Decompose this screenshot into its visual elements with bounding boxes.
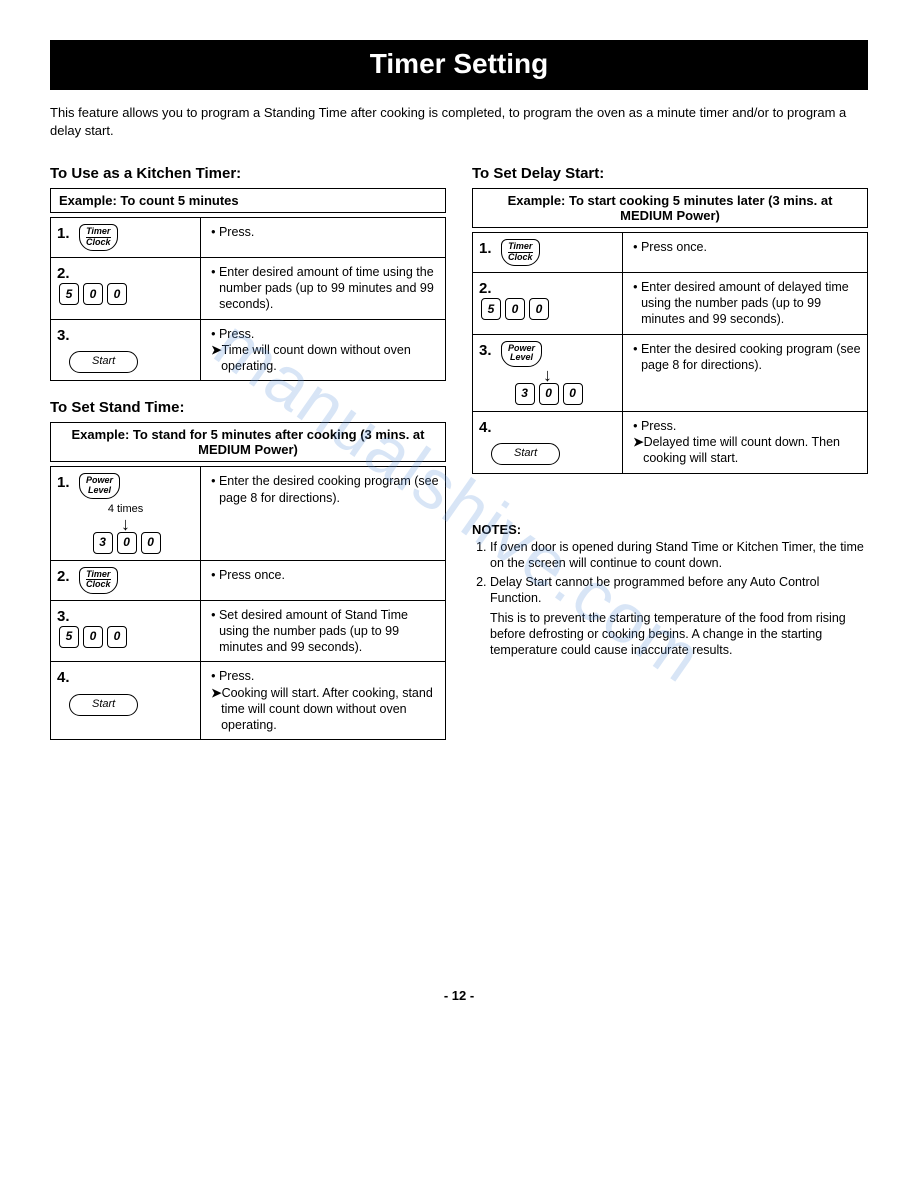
example-kitchen-timer: Example: To count 5 minutes	[50, 188, 446, 213]
power-level-button: Power Level	[501, 341, 542, 367]
example-delay-start: Example: To start cooking 5 minutes late…	[472, 188, 868, 228]
section-delay-start-title: To Set Delay Start:	[472, 165, 868, 182]
page-number: - 12 -	[50, 988, 868, 1003]
numpad: 5 0 0	[481, 298, 549, 320]
table-stand-time: 1. Power Level 4 times ↓ 3 0 0	[50, 466, 446, 740]
section-kitchen-timer-title: To Use as a Kitchen Timer:	[50, 165, 446, 182]
step-desc: • Enter desired amount of delayed time u…	[629, 279, 861, 328]
numpad: 5 0 0	[59, 626, 127, 648]
start-button: Start	[491, 443, 560, 465]
notes-extra: This is to prevent the starting temperat…	[490, 610, 868, 659]
step-desc: • Press once.	[207, 567, 439, 583]
note-item: If oven door is opened during Stand Time…	[490, 539, 868, 572]
left-column: To Use as a Kitchen Timer: Example: To c…	[50, 157, 446, 758]
table-row: 2. 5 0 0 • Enter desired amount of delay…	[473, 272, 868, 334]
step-desc: • Enter the desired cooking program (see…	[207, 473, 439, 506]
note-item: Delay Start cannot be programmed before …	[490, 574, 868, 607]
numpad: 3 0 0	[93, 532, 161, 554]
num-key: 3	[93, 532, 113, 554]
example-stand-time: Example: To stand for 5 minutes after co…	[50, 422, 446, 462]
timer-clock-button: Timer Clock	[79, 567, 118, 594]
table-row: 1. Power Level 4 times ↓ 3 0 0	[51, 467, 446, 560]
step-desc: • Enter desired amount of time using the…	[207, 264, 439, 313]
step-number: 4.	[479, 418, 492, 438]
step-number: 2.	[479, 279, 492, 299]
step-number: 2.	[57, 264, 70, 284]
step-desc: • Press once.	[629, 239, 861, 255]
num-key: 5	[59, 283, 79, 305]
num-key: 0	[107, 283, 127, 305]
step-desc-arrow: ➤Delayed time will count down. Then cook…	[629, 434, 861, 467]
step-desc: • Set desired amount of Stand Time using…	[207, 607, 439, 656]
step-desc: • Press.	[629, 418, 861, 434]
num-key: 0	[141, 532, 161, 554]
timer-clock-button: Timer Clock	[501, 239, 540, 266]
num-key: 0	[117, 532, 137, 554]
step-number: 1.	[57, 473, 70, 493]
table-row: 3. Power Level ↓ 3 0 0 •	[473, 334, 868, 411]
step-number: 1.	[479, 239, 492, 259]
step-desc: • Press.	[207, 224, 439, 240]
table-row: 1. Timer Clock • Press once.	[473, 233, 868, 273]
step-number: 4.	[57, 668, 70, 688]
step-desc: • Press.	[207, 668, 439, 684]
step-number: 1.	[57, 224, 70, 244]
page-title: Timer Setting	[50, 40, 868, 90]
notes-title: NOTES:	[472, 522, 868, 537]
table-row: 3. 5 0 0 • Set desired amount of Stand T…	[51, 600, 446, 662]
arrow-down-icon: ↓	[121, 521, 130, 528]
start-button: Start	[69, 351, 138, 373]
table-kitchen-timer: 1. Timer Clock • Press. 2. 5 0 0	[50, 217, 446, 381]
step-number: 2.	[57, 567, 70, 587]
notes-list: If oven door is opened during Stand Time…	[472, 539, 868, 607]
num-key: 0	[539, 383, 559, 405]
step-number: 3.	[57, 326, 70, 346]
table-delay-start: 1. Timer Clock • Press once. 2. 5 0 0	[472, 232, 868, 473]
num-key: 5	[59, 626, 79, 648]
num-key: 0	[505, 298, 525, 320]
step-desc-arrow: ➤Cooking will start. After cooking, stan…	[207, 685, 439, 734]
table-row: 4. Start • Press. ➤Delayed time will cou…	[473, 411, 868, 473]
table-row: 1. Timer Clock • Press.	[51, 218, 446, 258]
step-number: 3.	[57, 607, 70, 627]
right-column: To Set Delay Start: Example: To start co…	[472, 157, 868, 758]
num-key: 3	[515, 383, 535, 405]
num-key: 0	[563, 383, 583, 405]
numpad: 3 0 0	[515, 383, 583, 405]
table-row: 2. Timer Clock • Press once.	[51, 560, 446, 600]
num-key: 0	[529, 298, 549, 320]
intro-paragraph: This feature allows you to program a Sta…	[50, 104, 868, 139]
arrow-down-icon: ↓	[543, 372, 552, 379]
numpad: 5 0 0	[59, 283, 127, 305]
num-key: 0	[83, 626, 103, 648]
table-row: 2. 5 0 0 • Enter desired amount of time …	[51, 257, 446, 319]
section-stand-time-title: To Set Stand Time:	[50, 399, 446, 416]
table-row: 4. Start • Press. ➤Cooking will start. A…	[51, 662, 446, 740]
start-button: Start	[69, 694, 138, 716]
step-desc: • Press.	[207, 326, 439, 342]
power-level-button: Power Level	[79, 473, 120, 499]
num-key: 0	[83, 283, 103, 305]
step-desc: • Enter the desired cooking program (see…	[629, 341, 861, 374]
step-desc-arrow: ➤Time will count down without oven opera…	[207, 342, 439, 375]
num-key: 0	[107, 626, 127, 648]
table-row: 3. Start • Press. ➤Time will count down …	[51, 319, 446, 381]
num-key: 5	[481, 298, 501, 320]
timer-clock-button: Timer Clock	[79, 224, 118, 251]
step-number: 3.	[479, 341, 492, 361]
